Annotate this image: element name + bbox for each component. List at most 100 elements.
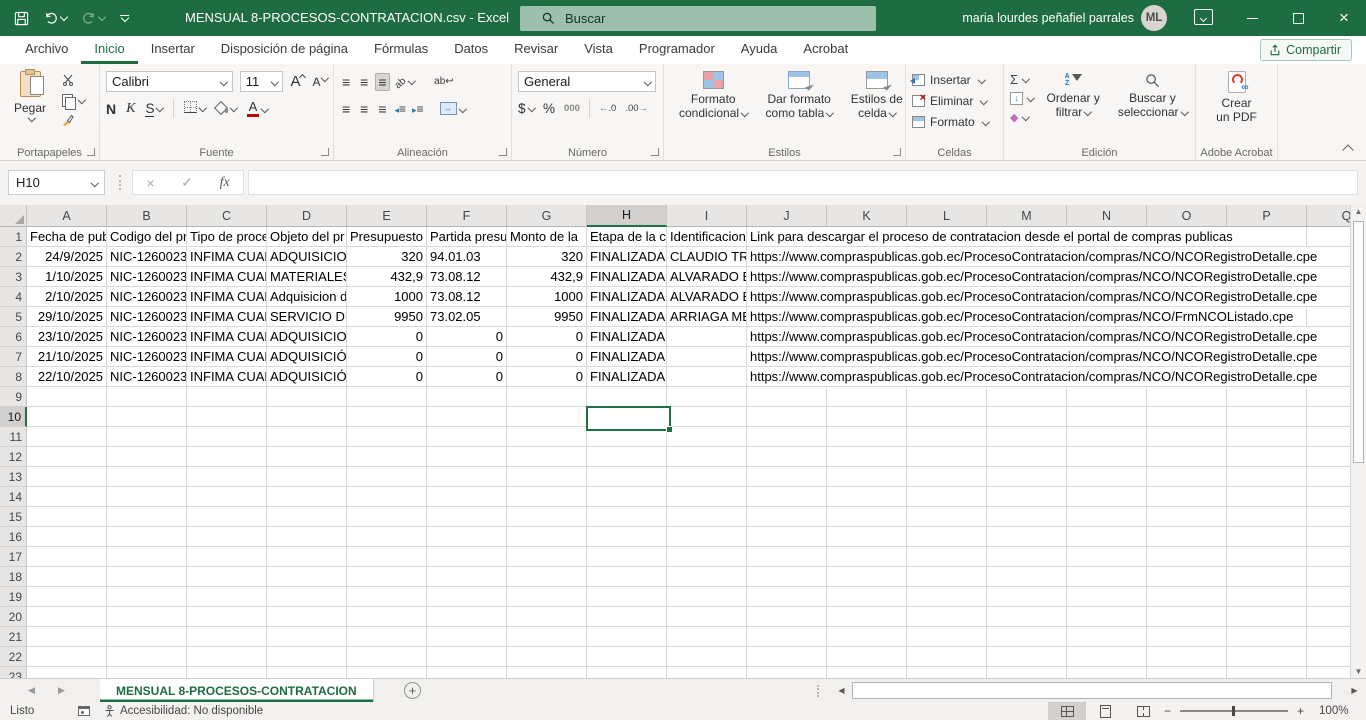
borders-button[interactable] <box>184 100 206 118</box>
cell-P23[interactable] <box>1227 667 1307 678</box>
cell-H2[interactable]: FINALIZADA <box>587 247 667 267</box>
cell-B1[interactable]: Codigo del pr <box>107 227 187 247</box>
ribbon-tab-insertar[interactable]: Insertar <box>138 36 208 64</box>
fill-color-button[interactable] <box>215 100 237 118</box>
increase-indent-button[interactable]: ▸≡ <box>412 102 424 116</box>
cell-I5[interactable]: ARRIAGA ME <box>667 307 747 327</box>
cell-A6[interactable]: 23/10/2025 <box>27 327 107 347</box>
cell-N18[interactable] <box>1067 567 1147 587</box>
cell-G9[interactable] <box>507 387 587 407</box>
column-header-J[interactable]: J <box>747 205 827 227</box>
cell-C6[interactable]: INFIMA CUAN <box>187 327 267 347</box>
cell-H20[interactable] <box>587 607 667 627</box>
cell-K9[interactable] <box>827 387 907 407</box>
cell-C20[interactable] <box>187 607 267 627</box>
cell-F5[interactable]: 73.02.05 <box>427 307 507 327</box>
cell-G13[interactable] <box>507 467 587 487</box>
align-top-button[interactable]: ≡ <box>340 74 352 90</box>
redo-button[interactable] <box>82 11 105 25</box>
ribbon-tab-acrobat[interactable]: Acrobat <box>790 36 861 64</box>
cell-L13[interactable] <box>907 467 987 487</box>
undo-dropdown-icon[interactable] <box>60 12 68 20</box>
number-dialog-launcher[interactable] <box>651 148 659 156</box>
cell-I3[interactable]: ALVARADO E <box>667 267 747 287</box>
cell-K14[interactable] <box>827 487 907 507</box>
cell-E16[interactable] <box>347 527 427 547</box>
horizontal-scrollbar[interactable]: ◀ ▶ <box>834 682 1362 699</box>
cell-B8[interactable]: NIC-1260023 <box>107 367 187 387</box>
cell-I20[interactable] <box>667 607 747 627</box>
column-header-K[interactable]: K <box>827 205 907 227</box>
cell-H23[interactable] <box>587 667 667 678</box>
cell-O18[interactable] <box>1147 567 1227 587</box>
ribbon-tab-ayuda[interactable]: Ayuda <box>728 36 791 64</box>
insert-cells-button[interactable]: Insertar <box>912 71 997 89</box>
cut-button[interactable] <box>60 72 87 88</box>
cell-D12[interactable] <box>267 447 347 467</box>
share-button[interactable]: Compartir <box>1260 39 1352 61</box>
cell-P1[interactable] <box>1227 227 1307 247</box>
cell-styles-button[interactable]: Estilos decelda <box>842 68 912 134</box>
cell-L17[interactable] <box>907 547 987 567</box>
select-all-corner[interactable] <box>0 205 27 227</box>
cell-A20[interactable] <box>27 607 107 627</box>
ribbon-tab-archivo[interactable]: Archivo <box>12 36 81 64</box>
cell-G15[interactable] <box>507 507 587 527</box>
cell-F19[interactable] <box>427 587 507 607</box>
zoom-level[interactable]: 100% <box>1319 705 1348 717</box>
cell-B21[interactable] <box>107 627 187 647</box>
cell-K18[interactable] <box>827 567 907 587</box>
cell-G23[interactable] <box>507 667 587 678</box>
cell-Q15[interactable] <box>1307 507 1350 527</box>
cell-N15[interactable] <box>1067 507 1147 527</box>
ribbon-tab-formulas[interactable]: Fórmulas <box>361 36 441 64</box>
cell-I23[interactable] <box>667 667 747 678</box>
cell-K16[interactable] <box>827 527 907 547</box>
cell-H12[interactable] <box>587 447 667 467</box>
cell-B19[interactable] <box>107 587 187 607</box>
autosum-button[interactable]: Σ <box>1010 71 1034 87</box>
cell-L22[interactable] <box>907 647 987 667</box>
cell-D1[interactable]: Objeto del pr <box>267 227 347 247</box>
cell-P19[interactable] <box>1227 587 1307 607</box>
cell-I9[interactable] <box>667 387 747 407</box>
cell-P10[interactable] <box>1227 407 1307 427</box>
align-middle-button[interactable]: ≡ <box>358 74 370 90</box>
delete-cells-button[interactable]: Eliminar <box>912 92 997 110</box>
insert-function-button[interactable]: fx <box>220 175 230 191</box>
cell-H5[interactable]: FINALIZADA <box>587 307 667 327</box>
ribbon-tab-disposicion-de-pagina[interactable]: Disposición de página <box>208 36 361 64</box>
cell-E14[interactable] <box>347 487 427 507</box>
cell-N17[interactable] <box>1067 547 1147 567</box>
percent-format-button[interactable]: % <box>543 101 555 116</box>
cell-B12[interactable] <box>107 447 187 467</box>
previous-sheet-button[interactable]: ◀ <box>28 679 35 702</box>
cell-M15[interactable] <box>987 507 1067 527</box>
cell-H4[interactable]: FINALIZADA <box>587 287 667 307</box>
add-sheet-button[interactable]: + <box>404 682 421 699</box>
cell-P12[interactable] <box>1227 447 1307 467</box>
cell-J13[interactable] <box>747 467 827 487</box>
cell-B16[interactable] <box>107 527 187 547</box>
cell-H18[interactable] <box>587 567 667 587</box>
cell-D18[interactable] <box>267 567 347 587</box>
horizontal-scroll-thumb[interactable] <box>852 682 1332 699</box>
cell-D20[interactable] <box>267 607 347 627</box>
cell-I13[interactable] <box>667 467 747 487</box>
cell-J8[interactable]: https://www.compraspublicas.gob.ec/Proce… <box>747 367 827 387</box>
cell-H9[interactable] <box>587 387 667 407</box>
column-header-F[interactable]: F <box>427 205 507 227</box>
save-button[interactable] <box>14 11 29 26</box>
cell-M9[interactable] <box>987 387 1067 407</box>
cell-G16[interactable] <box>507 527 587 547</box>
alignment-dialog-launcher[interactable] <box>499 148 507 156</box>
cell-B2[interactable]: NIC-1260023 <box>107 247 187 267</box>
italic-button[interactable]: K <box>126 101 135 117</box>
row-header-23[interactable]: 23 <box>0 667 27 678</box>
cell-E6[interactable]: 0 <box>347 327 427 347</box>
cell-M18[interactable] <box>987 567 1067 587</box>
cell-G2[interactable]: 320 <box>507 247 587 267</box>
cell-D7[interactable]: ADQUISICIÓN <box>267 347 347 367</box>
cell-J21[interactable] <box>747 627 827 647</box>
cell-J14[interactable] <box>747 487 827 507</box>
